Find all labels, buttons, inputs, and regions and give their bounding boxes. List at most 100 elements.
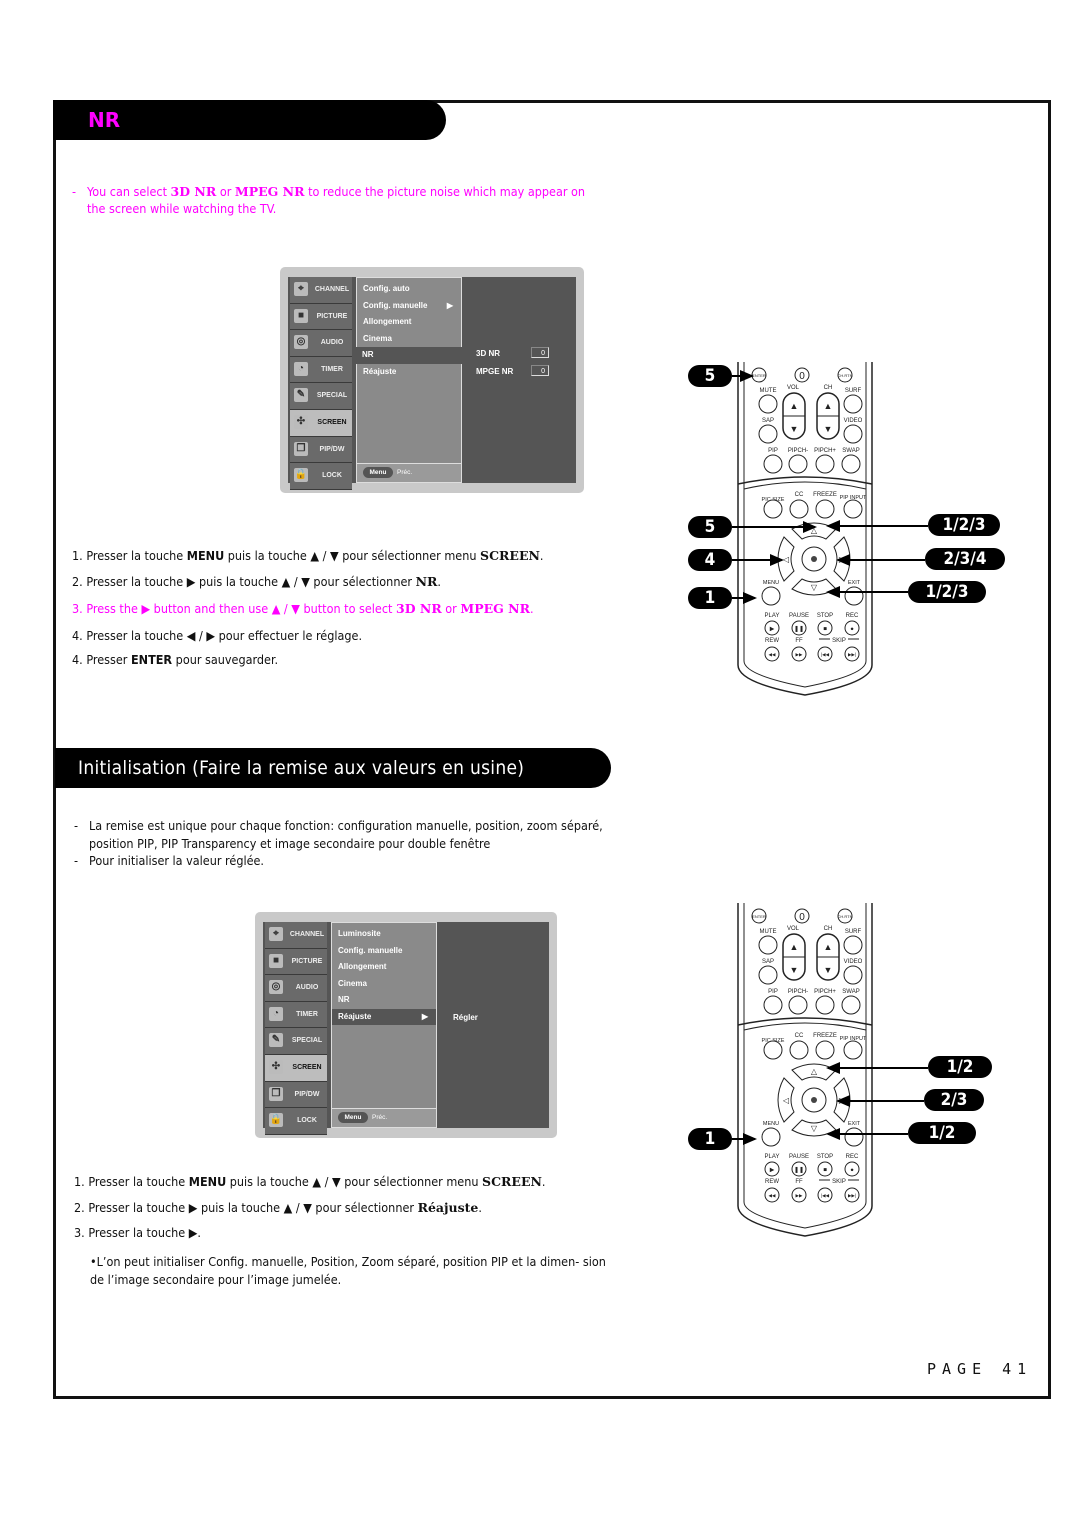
ff-icon: ▶▶ <box>796 652 803 657</box>
exit-button[interactable] <box>844 586 864 606</box>
pause-label: PAUSE <box>789 1154 809 1160</box>
intro-3dnr: 3D NR <box>170 184 217 199</box>
intro-mpegnr: MPEG NR <box>234 184 305 199</box>
exit-button[interactable] <box>844 1127 864 1147</box>
pipinput-button[interactable] <box>843 1040 863 1060</box>
pipch-minus-button[interactable] <box>788 995 808 1015</box>
sidebar-item-timer[interactable]: ◔ TIMER <box>265 1001 327 1029</box>
remote-section-line <box>737 1017 873 1026</box>
menu-button[interactable] <box>761 1127 781 1147</box>
sidebar-item-picture[interactable]: ■ PICTURE <box>290 303 352 331</box>
menu-item-selected[interactable]: Réajuste ▶ <box>332 1008 436 1025</box>
sidebar-item-channel[interactable]: ⌖ CHANNEL <box>265 922 327 949</box>
picsize-button[interactable] <box>763 1040 783 1060</box>
ff-label: FF <box>795 638 803 644</box>
menu-item-label: Allongement <box>363 317 412 326</box>
mute-button[interactable] <box>758 935 778 955</box>
lock-icon: 🔒 <box>269 1113 283 1128</box>
rew-icon: ◀◀ <box>769 1193 776 1198</box>
menu-item-label: Allongement <box>338 962 387 971</box>
sidebar-item-lock[interactable]: 🔒 LOCK <box>290 463 352 490</box>
sidebar-item-special[interactable]: ✎ SPECIAL <box>290 383 352 410</box>
step-keyword: MPEG NR <box>460 601 530 616</box>
intro-text: You can select 3D NR or MPEG NR to reduc… <box>72 183 602 217</box>
sap-button[interactable] <box>758 965 778 985</box>
osd-sidebar: ⌖ CHANNEL ■ PICTURE ◎ AUDIO ◔ TIMER ✎ SPECIAL ✣ SCR… <box>290 277 352 490</box>
ch-label: CH <box>824 385 833 391</box>
step-item: 1. Presser la touche MENU puis la touche… <box>72 548 543 563</box>
tv-menu-screenshot-nr: ⌖ CHANNEL ■ PICTURE ◎ AUDIO ◔ TIMER ✎ SPECIAL ✣ SCR… <box>280 267 584 493</box>
sidebar-item-label: PIP/DW <box>294 1090 320 1098</box>
menu-item[interactable]: Cinema <box>357 331 461 348</box>
rew-icon: ◀◀ <box>769 652 776 657</box>
ch-down-icon: ▼ <box>824 965 833 975</box>
sap-button[interactable] <box>758 424 778 444</box>
step-text: puis la touche ▲ / ▼ pour sélectionner m… <box>226 1174 483 1189</box>
step-badge: 1/2 <box>928 1056 992 1078</box>
osd-footer: Menu Préc. <box>357 463 461 482</box>
video-button[interactable] <box>843 424 863 444</box>
menu-item[interactable]: Allongement <box>332 959 436 976</box>
surf-button[interactable] <box>843 935 863 955</box>
menu-item[interactable]: Cinema <box>332 976 436 993</box>
swap-button[interactable] <box>841 995 861 1015</box>
pipch-plus-button[interactable] <box>815 995 835 1015</box>
sidebar-item-screen[interactable]: ✣ SCREEN <box>290 409 352 437</box>
sidebar-item-channel[interactable]: ⌖ CHANNEL <box>290 277 352 304</box>
video-label: VIDEO <box>844 959 863 965</box>
ch-label: CH <box>824 926 833 932</box>
exit-label: EXIT <box>848 580 861 586</box>
cc-button[interactable] <box>789 1040 809 1060</box>
sidebar-item-lock[interactable]: 🔒 LOCK <box>265 1108 327 1135</box>
pipinput-button[interactable] <box>843 499 863 519</box>
menu-item-selected[interactable]: NR <box>356 347 541 364</box>
sidebar-item-picture[interactable]: ■ PICTURE <box>265 948 327 976</box>
menu-item[interactable]: Luminosite <box>332 926 436 943</box>
sidebar-item-label: SPECIAL <box>316 392 348 400</box>
cc-button[interactable] <box>789 499 809 519</box>
pip-button[interactable] <box>763 995 783 1015</box>
menu-button[interactable] <box>761 586 781 606</box>
mute-button[interactable] <box>758 394 778 414</box>
up-arrow-icon: △ <box>811 1067 818 1076</box>
step-badge: 1 <box>688 587 732 609</box>
menu-item[interactable]: Config. manuelle ▶ <box>357 298 461 315</box>
freeze-button[interactable] <box>815 1040 835 1060</box>
down-arrow-icon: ▽ <box>811 583 818 592</box>
menu-item[interactable]: NR <box>332 992 436 1009</box>
menu-item[interactable]: Config. manuelle <box>332 943 436 960</box>
section-title-init: Initialisation (Faire la remise aux vale… <box>78 757 525 779</box>
swap-button[interactable] <box>841 454 861 474</box>
menu-item[interactable]: Allongement <box>357 314 461 331</box>
pipch-plus-button[interactable] <box>815 454 835 474</box>
sidebar-item-timer[interactable]: ◔ TIMER <box>290 356 352 384</box>
left-arrow-icon: ◁ <box>783 1096 790 1105</box>
step-badge: 1/2/3 <box>908 581 986 603</box>
sidebar-item-label: CHANNEL <box>289 931 325 938</box>
pipch-minus-label: PIPCH- <box>788 448 808 454</box>
sidebar-item-special[interactable]: ✎ SPECIAL <box>265 1028 327 1055</box>
pip-button[interactable] <box>763 454 783 474</box>
sidebar-item-label: SCREEN <box>317 418 347 426</box>
chrtn-label: CH.RTN <box>837 914 852 919</box>
tag-icon: ✎ <box>269 1033 283 1048</box>
sidebar-item-pip-dw[interactable]: ❐ PIP/DW <box>265 1081 327 1109</box>
picture-icon: ■ <box>269 953 283 968</box>
remote-body: ENTER 0 CH.RTN MUTE VOL CH SURF ▲ ▼ ▲ ▼ SAP VIDEO PIP… <box>737 362 873 696</box>
menu-button-label: Menu <box>338 1112 368 1123</box>
freeze-button[interactable] <box>815 499 835 519</box>
osd-footer: Menu Préc. <box>332 1108 436 1127</box>
menu-item[interactable]: Réajuste <box>357 364 461 381</box>
stop-label: STOP <box>817 613 833 619</box>
sidebar-item-audio[interactable]: ◎ AUDIO <box>290 330 352 357</box>
surf-button[interactable] <box>843 394 863 414</box>
sidebar-item-screen[interactable]: ✣ SCREEN <box>265 1054 327 1082</box>
menu-item[interactable]: Config. auto <box>357 281 461 298</box>
sidebar-item-pip-dw[interactable]: ❐ PIP/DW <box>290 436 352 464</box>
sidebar-item-audio[interactable]: ◎ AUDIO <box>265 975 327 1002</box>
sidebar-item-label: AUDIO <box>320 339 344 347</box>
picsize-button[interactable] <box>763 499 783 519</box>
video-button[interactable] <box>843 965 863 985</box>
pipch-minus-button[interactable] <box>788 454 808 474</box>
step-text: Press the ▶ button and then use ▲ / ▼ bu… <box>86 601 397 616</box>
